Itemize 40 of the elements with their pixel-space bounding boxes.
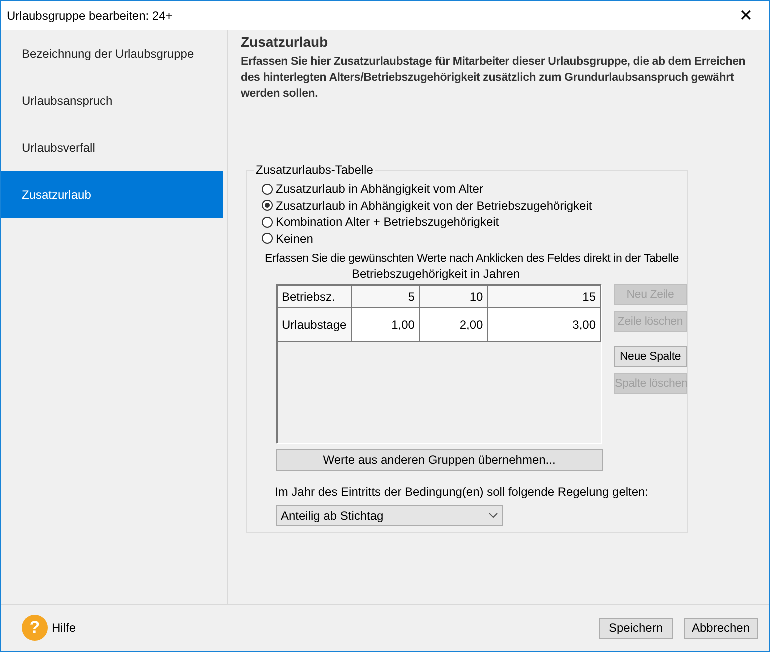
radio-label: Kombination Alter + Betriebszugehörigkeit — [276, 215, 500, 230]
table-cell: 5 — [351, 286, 420, 308]
table-cell: Betriebsz. — [278, 286, 352, 308]
hint-text: Erfassen Sie die gewünschten Werte nach Anklicken des Feldes direkt in der Tabelle — [265, 253, 680, 265]
sidebar-item[interactable]: Zusatzurlaub — [1, 171, 223, 218]
table-caption: Betriebszugehörigkeit in Jahren — [352, 267, 522, 283]
radio-option[interactable]: Kombination Alter + Betriebszugehörigkeit — [262, 214, 687, 230]
save-button[interactable]: Speichern — [599, 618, 673, 638]
radio-option[interactable]: Zusatzurlaub in Abhängigkeit vom Alter — [262, 181, 687, 198]
radio-option[interactable]: Keinen — [262, 230, 687, 247]
table-cell: Urlaubstage — [278, 308, 352, 342]
section-description: Erfassen Sie hier Zusatzurlaubstage für Mitarbeiter dieser Urlaubsgruppe, die ab dem Erreichen des hinterlegten Alters/Betriebszugehörigkeit zusätzlich zum Grundurlaubsanspruch gewährt werden sollen. — [241, 55, 747, 102]
table-cell: 15 — [488, 286, 600, 308]
table-cell[interactable]: 3,00 — [488, 308, 600, 342]
group-title: Zusatzurlaubs-Tabelle — [255, 163, 374, 177]
data-table[interactable]: Betriebsz. 5 10 15 Urlaubstage 1,00 2,00 3,00 — [276, 284, 602, 444]
cancel-button[interactable]: Abbrechen — [684, 618, 758, 638]
sidebar-item[interactable]: Urlaubsanspruch — [1, 77, 223, 124]
radio-option[interactable]: Zusatzurlaub in Abhängigkeit von der Betriebszugehörigkeit — [262, 198, 687, 214]
table-cell[interactable]: 1,00 — [351, 308, 420, 342]
section-title: Zusatzurlaub — [241, 34, 330, 52]
close-button[interactable]: ✕ — [723, 6, 769, 26]
table-cell[interactable]: 2,00 — [419, 308, 488, 342]
window-title: Urlaubsgruppe bearbeiten: 24+ — [7, 8, 173, 22]
table-cell: 10 — [419, 286, 488, 308]
radio-icon[interactable] — [262, 216, 273, 228]
import-button[interactable]: Werte aus anderen Gruppen übernehmen... — [276, 449, 603, 471]
radio-label: Keinen — [276, 232, 314, 246]
radio-icon[interactable] — [262, 233, 273, 244]
help-link[interactable]: Hilfe — [52, 621, 76, 635]
rule-dropdown[interactable]: Anteilig ab Stichtag — [276, 505, 503, 526]
radio-label: Zusatzurlaub in Abhängigkeit von der Betriebszugehörigkeit — [276, 198, 592, 213]
sidebar-item[interactable]: Bezeichnung der Urlaubsgruppe — [1, 30, 223, 77]
radio-icon[interactable] — [262, 184, 273, 195]
chevron-down-icon — [489, 512, 498, 518]
rule-label: Im Jahr des Eintritts der Bedingung(en) soll folgende Regelung gelten: — [275, 485, 650, 499]
radio-icon[interactable] — [262, 200, 273, 212]
radio-label: Zusatzurlaub in Abhängigkeit vom Alter — [276, 182, 484, 196]
sidebar-item[interactable]: Urlaubsverfall — [1, 124, 223, 171]
table-action-button[interactable]: Neue Spalte — [614, 346, 687, 367]
